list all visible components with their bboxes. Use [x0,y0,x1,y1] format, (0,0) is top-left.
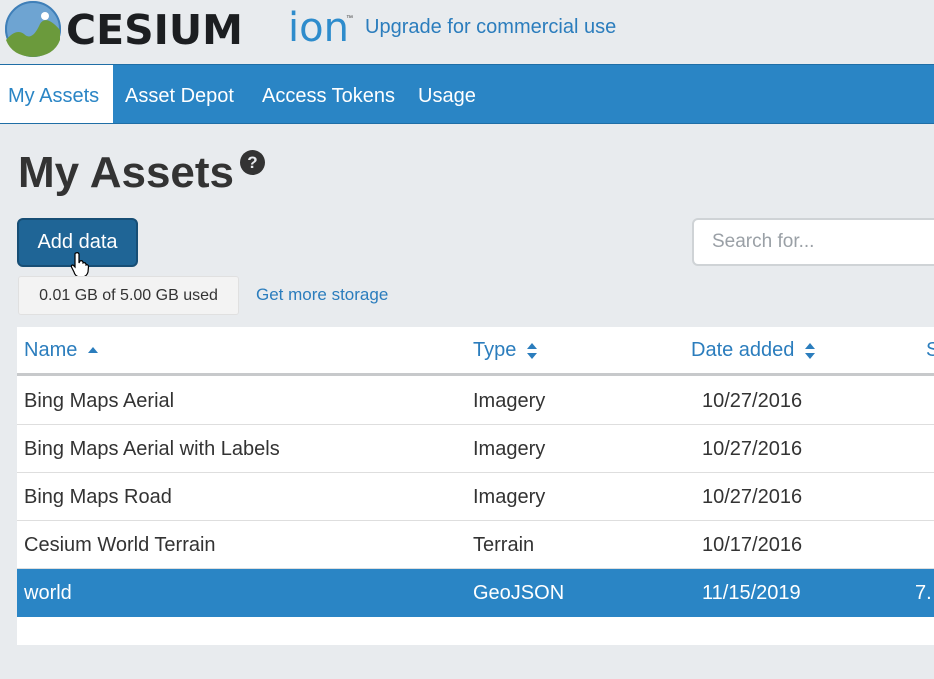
search-input[interactable] [692,218,934,266]
table-row-selected[interactable]: world GeoJSON 11/15/2019 7. [17,569,934,617]
column-header-date-added[interactable]: Date added [691,337,816,363]
cell-type: Imagery [473,438,546,460]
table-row[interactable]: Bing Maps Aerial with Labels Imagery 10/… [17,425,934,473]
column-header-label: Date added [691,339,795,361]
cell-date: 10/17/2016 [702,534,803,556]
cell-date: 11/15/2019 [702,582,801,604]
tab-usage[interactable]: Usage [410,65,484,123]
column-header-type[interactable]: Type [473,337,538,363]
column-header-size[interactable]: S [926,337,934,363]
sort-both-icon [804,342,815,359]
cell-date: 10/27/2016 [702,486,803,508]
trademark: ™ [346,15,353,22]
cell-name: Bing Maps Aerial with Labels [24,438,280,460]
cell-name: Bing Maps Road [24,486,172,508]
assets-table: Name Type Date added S Bing Maps Aerial … [17,327,934,645]
help-icon[interactable]: ? [240,150,265,175]
sort-both-icon [526,342,537,359]
cell-type: Terrain [473,534,535,556]
cell-date: 10/27/2016 [702,390,803,412]
cell-name: world [24,582,72,604]
table-row[interactable]: Bing Maps Road Imagery 10/27/2016 [17,473,934,521]
upgrade-link[interactable]: Upgrade for commercial use [365,15,616,39]
cell-type: Imagery [473,486,546,508]
cell-name: Cesium World Terrain [24,534,216,556]
cell-date: 10/27/2016 [702,438,803,460]
page-title: My Assets [18,148,235,197]
storage-usage-badge: 0.01 GB of 5.00 GB used [18,276,239,315]
cell-name: Bing Maps Aerial [24,390,175,412]
brand-wordmark: CESIUM [66,6,243,54]
column-header-label: Name [24,339,78,361]
tab-access-tokens[interactable]: Access Tokens [254,65,403,123]
tab-my-assets[interactable]: My Assets [0,65,113,123]
sort-ascending-icon [87,346,98,353]
table-row[interactable]: Cesium World Terrain Terrain 10/17/2016 [17,521,934,569]
brand-ion: ion [288,5,349,51]
column-header-name[interactable]: Name [24,337,99,363]
cell-type: GeoJSON [473,582,565,604]
tab-asset-depot[interactable]: Asset Depot [117,65,242,123]
cesium-logo-icon[interactable] [4,0,62,58]
column-header-label: Type [473,339,517,361]
table-header: Name Type Date added S [17,327,934,376]
table-row[interactable]: Bing Maps Aerial Imagery 10/27/2016 [17,377,934,425]
app-header: CESIUM ion ™ Upgrade for commercial use [0,0,934,64]
get-more-storage-link[interactable]: Get more storage [256,285,388,305]
cell-type: Imagery [473,390,546,412]
hand-cursor-icon [70,252,90,278]
cell-size: 7. [915,582,932,604]
main-nav: My Assets Asset Depot Access Tokens Usag… [0,64,934,124]
